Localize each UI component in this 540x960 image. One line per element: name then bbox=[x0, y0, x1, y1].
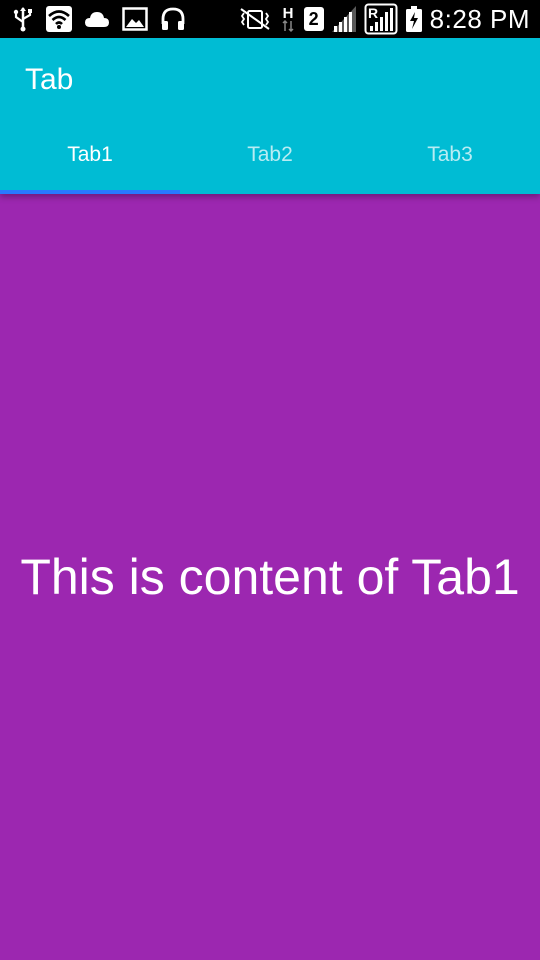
tab-content-panel: This is content of Tab1 bbox=[0, 194, 540, 960]
status-right-icons: H 2 R 8:28 PM bbox=[230, 3, 530, 35]
status-left-icons bbox=[12, 6, 198, 32]
sim-number: 2 bbox=[303, 7, 324, 31]
headphones-icon bbox=[160, 6, 186, 32]
signal-icon bbox=[331, 6, 356, 32]
wifi-icon bbox=[46, 6, 72, 32]
image-icon bbox=[122, 7, 148, 31]
tab-3[interactable]: Tab3 bbox=[360, 116, 540, 194]
status-time: 8:28 PM bbox=[429, 3, 530, 34]
status-bar: H 2 R 8:28 PM bbox=[0, 0, 540, 38]
screen: H 2 R 8:28 PM Tab Tab1 Tab2 Tab3 This is… bbox=[0, 0, 540, 960]
h-data-icon: H bbox=[280, 5, 296, 33]
roaming-label: R bbox=[368, 5, 378, 21]
cloud-icon bbox=[84, 9, 110, 29]
tab-1[interactable]: Tab1 bbox=[0, 116, 180, 194]
tab-3-label: Tab3 bbox=[427, 143, 473, 166]
battery-charging-icon bbox=[405, 6, 422, 32]
vibrate-icon bbox=[238, 7, 272, 31]
usb-icon bbox=[12, 6, 34, 32]
content-text: This is content of Tab1 bbox=[20, 548, 520, 605]
roaming-signal-icon: R bbox=[364, 3, 398, 35]
tab-selected-indicator bbox=[0, 190, 180, 194]
app-bar: Tab Tab1 Tab2 Tab3 bbox=[0, 38, 540, 194]
tab-2[interactable]: Tab2 bbox=[180, 116, 360, 194]
tab-1-label: Tab1 bbox=[67, 143, 113, 166]
sim2-icon: 2 bbox=[303, 7, 324, 31]
app-title: Tab bbox=[25, 63, 74, 96]
network-type-label: H bbox=[282, 5, 293, 22]
tab-2-label: Tab2 bbox=[247, 143, 293, 166]
tab-bar: Tab1 Tab2 Tab3 bbox=[0, 116, 540, 194]
